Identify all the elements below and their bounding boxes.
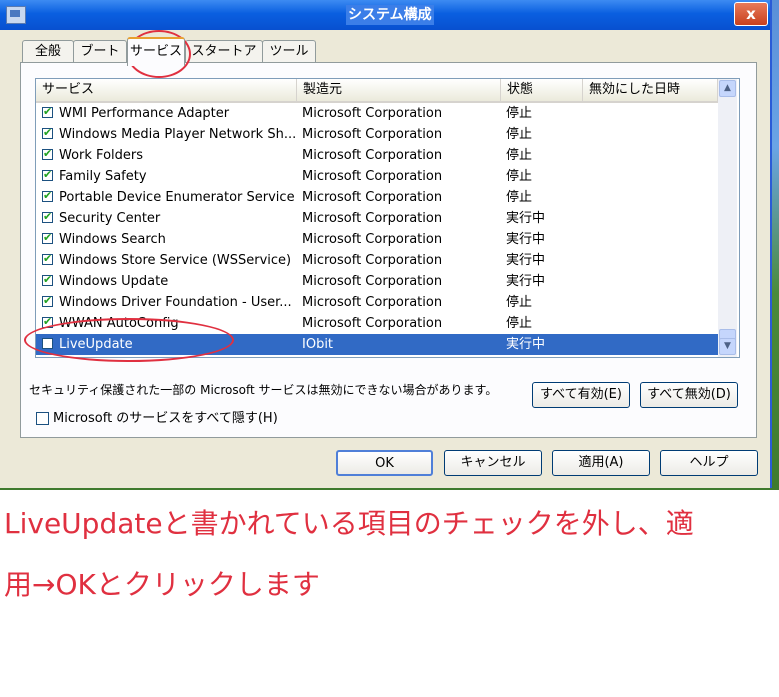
annotation-circle-liveupdate [24,318,234,362]
window-title: システム構成 [346,5,434,25]
table-row[interactable]: Security Center Microsoft Corporation 実行中 [36,208,718,229]
service-manufacturer: Microsoft Corporation [302,190,443,205]
table-row[interactable]: Family Safety Microsoft Corporation 停止 [36,166,718,187]
list-header: サービス 製造元 状態 無効にした日時 [36,79,718,103]
apply-button[interactable]: 適用(A) [552,450,650,476]
title-bar[interactable]: システム構成 x [0,0,770,30]
window-icon [6,6,26,24]
service-name: WMI Performance Adapter [59,106,230,121]
cancel-button[interactable]: キャンセル [444,450,542,476]
service-status: 停止 [506,316,533,331]
table-row[interactable]: Windows Media Player Network Sh... Micros… [36,124,718,145]
enable-all-button[interactable]: すべて有効(E) [532,382,630,408]
table-row[interactable]: Windows Search Microsoft Corporation 実行中 [36,229,718,250]
table-row[interactable]: Windows Store Service (WSService) Microso… [36,250,718,271]
service-status: 停止 [506,148,533,163]
ok-button[interactable]: OK [336,450,433,476]
table-row[interactable]: Windows Update Microsoft Corporation 実行中 [36,271,718,292]
column-header-manufacturer[interactable]: 製造元 [297,79,501,101]
service-manufacturer: Microsoft Corporation [302,148,443,163]
service-manufacturer: Microsoft Corporation [302,232,443,247]
service-manufacturer: Microsoft Corporation [302,211,443,226]
instruction-line-2: 用→OKとクリックします [4,568,320,601]
service-checkbox[interactable] [42,105,53,118]
tab-general[interactable]: 全般 [22,40,74,63]
close-button[interactable]: x [734,2,768,26]
table-row[interactable]: WMI Performance Adapter Microsoft Corpora… [36,103,718,124]
hide-ms-checkbox-box[interactable] [36,412,49,425]
service-manufacturer: Microsoft Corporation [302,169,443,184]
services-list[interactable]: サービス 製造元 状態 無効にした日時 WMI Performance Adap… [35,78,740,358]
service-checkbox[interactable] [42,294,53,307]
service-status: 停止 [506,295,533,310]
service-name: Portable Device Enumerator Service [59,190,295,205]
tab-boot[interactable]: ブート [73,40,127,63]
service-name: Windows Store Service (WSService) [59,253,292,268]
service-checkbox[interactable] [42,252,53,265]
service-name: Work Folders [59,148,143,163]
table-row[interactable]: Work Folders Microsoft Corporation 停止 [36,145,718,166]
service-manufacturer: IObit [302,337,334,352]
vertical-scrollbar[interactable]: ▲ ▼ [718,79,737,357]
service-status: 実行中 [506,253,546,268]
service-status: 停止 [506,106,533,121]
instruction-line-1: LiveUpdateと書かれている項目のチェックを外し、適 [4,507,694,540]
service-manufacturer: Microsoft Corporation [302,106,443,121]
scroll-up-icon[interactable]: ▲ [719,80,736,97]
protected-services-note: セキュリティ保護された一部の Microsoft サービスは無効にできない場合が… [29,383,498,397]
service-status: 停止 [506,127,533,142]
service-name: Security Center [59,211,161,226]
table-row[interactable]: Portable Device Enumerator Service Micros… [36,187,718,208]
help-button[interactable]: ヘルプ [660,450,758,476]
service-checkbox[interactable] [42,210,53,223]
column-header-service[interactable]: サービス [36,79,297,101]
table-row[interactable]: Windows Driver Foundation - User... Micro… [36,292,718,313]
hide-microsoft-services-checkbox[interactable]: Microsoft のサービスをすべて隠す(H) [36,410,278,428]
service-manufacturer: Microsoft Corporation [302,274,443,289]
service-status: 停止 [506,190,533,205]
service-checkbox[interactable] [42,126,53,139]
service-status: 実行中 [506,274,546,289]
service-status: 停止 [506,169,533,184]
system-configuration-window: システム構成 x 全般 ブート サービス スタートアップ ツール サービス 製造… [0,0,772,488]
service-manufacturer: Microsoft Corporation [302,295,443,310]
service-name: Family Safety [59,169,147,184]
column-header-status[interactable]: 状態 [501,79,583,101]
service-checkbox[interactable] [42,231,53,244]
disable-all-button[interactable]: すべて無効(D) [640,382,738,408]
service-checkbox[interactable] [42,168,53,181]
service-manufacturer: Microsoft Corporation [302,316,443,331]
service-manufacturer: Microsoft Corporation [302,127,443,142]
service-status: 実行中 [506,232,546,247]
service-status: 実行中 [506,337,546,352]
service-checkbox[interactable] [42,189,53,202]
service-status: 実行中 [506,211,546,226]
service-name: Windows Media Player Network Sh... [59,127,295,142]
service-checkbox[interactable] [42,147,53,160]
tab-startup[interactable]: スタートアップ [185,40,263,81]
scroll-down-icon[interactable]: ▼ [719,338,736,355]
service-name: Windows Update [59,274,169,289]
service-checkbox[interactable] [42,273,53,286]
tab-tools[interactable]: ツール [262,40,316,63]
service-name: Windows Search [59,232,166,247]
column-header-disabled-date[interactable]: 無効にした日時 [583,79,718,101]
service-name: Windows Driver Foundation - User... [59,295,292,310]
tab-services[interactable]: サービス [127,37,185,66]
hide-ms-label: Microsoft のサービスをすべて隠す(H) [53,411,278,426]
service-manufacturer: Microsoft Corporation [302,253,443,268]
